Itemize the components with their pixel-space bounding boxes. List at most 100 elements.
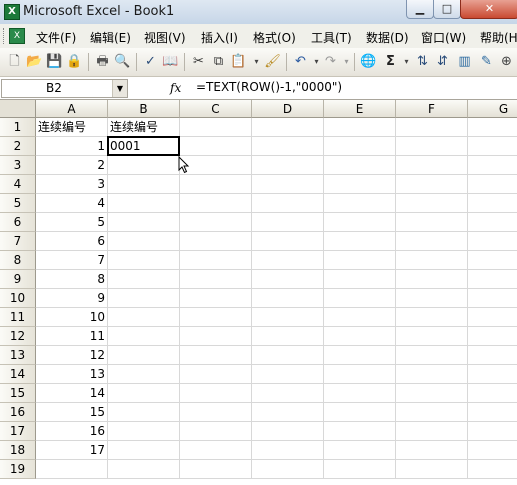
cell-a3[interactable]: 2: [36, 156, 108, 175]
format-painter-icon[interactable]: 🖌: [264, 53, 281, 70]
cell-f17[interactable]: [396, 422, 468, 441]
cell-e6[interactable]: [324, 213, 396, 232]
row-header-8[interactable]: 8: [0, 251, 36, 270]
cell-b3[interactable]: [108, 156, 180, 175]
cell-f8[interactable]: [396, 251, 468, 270]
cell-c19[interactable]: [180, 460, 252, 479]
menu-view[interactable]: 视图(V): [144, 29, 186, 46]
row-header-12[interactable]: 12: [0, 327, 36, 346]
row-header-11[interactable]: 11: [0, 308, 36, 327]
cell-f7[interactable]: [396, 232, 468, 251]
cell-e17[interactable]: [324, 422, 396, 441]
cell-c2[interactable]: [180, 137, 252, 156]
menu-help[interactable]: 帮助(H: [480, 29, 517, 46]
cell-a15[interactable]: 14: [36, 384, 108, 403]
cell-d5[interactable]: [252, 194, 324, 213]
column-header-a[interactable]: A: [36, 100, 108, 118]
drawing-icon[interactable]: ✎: [478, 53, 495, 70]
print-icon[interactable]: 🖶: [94, 53, 111, 70]
cell-d19[interactable]: [252, 460, 324, 479]
cell-e13[interactable]: [324, 346, 396, 365]
cell-c4[interactable]: [180, 175, 252, 194]
cell-c6[interactable]: [180, 213, 252, 232]
cell-e8[interactable]: [324, 251, 396, 270]
row-header-18[interactable]: 18: [0, 441, 36, 460]
cell-a18[interactable]: 17: [36, 441, 108, 460]
cell-c15[interactable]: [180, 384, 252, 403]
cell-c3[interactable]: [180, 156, 252, 175]
cell-g14[interactable]: [468, 365, 517, 384]
cell-f1[interactable]: [396, 118, 468, 137]
cell-a7[interactable]: 6: [36, 232, 108, 251]
menu-tools[interactable]: 工具(T): [311, 29, 352, 46]
select-all-corner[interactable]: [0, 100, 36, 118]
autosum-icon[interactable]: Σ: [382, 53, 399, 70]
cell-d9[interactable]: [252, 270, 324, 289]
cell-e2[interactable]: [324, 137, 396, 156]
name-box[interactable]: B2 ▼: [1, 79, 128, 98]
spelling-icon[interactable]: ✓: [142, 53, 159, 70]
cell-c11[interactable]: [180, 308, 252, 327]
maximize-button[interactable]: □: [433, 0, 461, 19]
cell-g18[interactable]: [468, 441, 517, 460]
row-header-15[interactable]: 15: [0, 384, 36, 403]
cell-c7[interactable]: [180, 232, 252, 251]
cell-a2[interactable]: 1: [36, 137, 108, 156]
cell-a10[interactable]: 9: [36, 289, 108, 308]
cell-a11[interactable]: 10: [36, 308, 108, 327]
cell-f3[interactable]: [396, 156, 468, 175]
menu-window[interactable]: 窗口(W): [421, 29, 466, 46]
research-icon[interactable]: 📖: [162, 53, 179, 70]
cell-e19[interactable]: [324, 460, 396, 479]
redo-dropdown-icon[interactable]: ▾: [338, 53, 355, 70]
cell-g11[interactable]: [468, 308, 517, 327]
chart-wizard-icon[interactable]: ▥: [456, 53, 473, 70]
cell-g19[interactable]: [468, 460, 517, 479]
cell-d13[interactable]: [252, 346, 324, 365]
copy-icon[interactable]: ⧉: [210, 53, 227, 70]
cell-b9[interactable]: [108, 270, 180, 289]
sort-descending-icon[interactable]: ⇵: [434, 53, 451, 70]
cell-g1[interactable]: [468, 118, 517, 137]
cell-g10[interactable]: [468, 289, 517, 308]
cell-f14[interactable]: [396, 365, 468, 384]
cell-a17[interactable]: 16: [36, 422, 108, 441]
row-header-2[interactable]: 2: [0, 137, 36, 156]
row-header-4[interactable]: 4: [0, 175, 36, 194]
cell-g4[interactable]: [468, 175, 517, 194]
cell-b7[interactable]: [108, 232, 180, 251]
cut-icon[interactable]: ✂: [190, 53, 207, 70]
menu-format[interactable]: 格式(O): [253, 29, 296, 46]
cell-g8[interactable]: [468, 251, 517, 270]
cell-c8[interactable]: [180, 251, 252, 270]
cell-f18[interactable]: [396, 441, 468, 460]
cell-f16[interactable]: [396, 403, 468, 422]
undo-icon[interactable]: ↶: [292, 53, 309, 70]
autosum-dropdown-icon[interactable]: ▾: [398, 53, 415, 70]
sort-ascending-icon[interactable]: ⇅: [414, 53, 431, 70]
permission-icon[interactable]: 🔒: [66, 53, 83, 70]
cell-b13[interactable]: [108, 346, 180, 365]
workbook-icon[interactable]: X: [9, 28, 25, 44]
cell-g9[interactable]: [468, 270, 517, 289]
cell-e4[interactable]: [324, 175, 396, 194]
row-header-1[interactable]: 1: [0, 118, 36, 137]
cell-d8[interactable]: [252, 251, 324, 270]
cell-e9[interactable]: [324, 270, 396, 289]
cell-g6[interactable]: [468, 213, 517, 232]
cell-g17[interactable]: [468, 422, 517, 441]
cell-a9[interactable]: 8: [36, 270, 108, 289]
cell-e10[interactable]: [324, 289, 396, 308]
print-preview-icon[interactable]: 🔍: [114, 53, 131, 70]
menu-edit[interactable]: 编辑(E): [90, 29, 131, 46]
row-header-16[interactable]: 16: [0, 403, 36, 422]
cell-a5[interactable]: 4: [36, 194, 108, 213]
cell-b14[interactable]: [108, 365, 180, 384]
cell-f10[interactable]: [396, 289, 468, 308]
cell-e11[interactable]: [324, 308, 396, 327]
column-header-c[interactable]: C: [180, 100, 252, 118]
open-icon[interactable]: 📂: [26, 53, 43, 70]
cell-a6[interactable]: 5: [36, 213, 108, 232]
row-header-7[interactable]: 7: [0, 232, 36, 251]
cell-e16[interactable]: [324, 403, 396, 422]
